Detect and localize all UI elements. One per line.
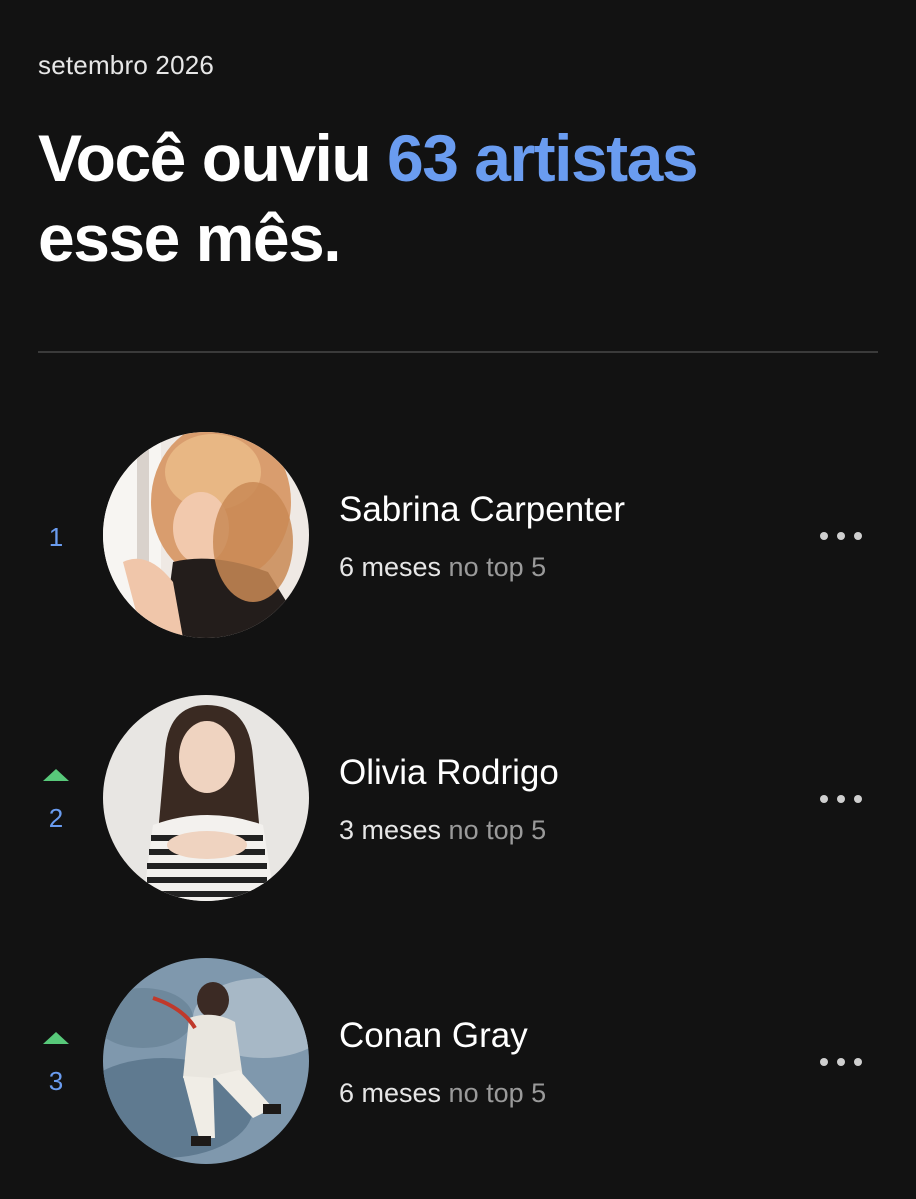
more-horizontal-icon[interactable] [818,789,864,809]
artist-avatar[interactable] [103,958,309,1164]
rank-number: 1 [48,522,64,552]
artist-avatar[interactable] [103,432,309,638]
artist-stat: 6 meses no top 5 [339,552,546,583]
artist-name[interactable]: Conan Gray [339,1016,528,1056]
artist-stat: 6 meses no top 5 [339,1078,546,1109]
artist-name[interactable]: Sabrina Carpenter [339,490,625,530]
artist-row[interactable]: 3 Conan Gray 6 meses no top 5 [0,958,916,1168]
stat-suffix: no top 5 [441,1078,547,1108]
trend-up-icon [43,769,69,781]
artist-row[interactable]: 2 Olivia Rodrigo 3 meses no top 5 [0,695,916,905]
more-horizontal-icon[interactable] [818,526,864,546]
more-horizontal-icon[interactable] [818,1052,864,1072]
months-in-top: 3 meses [339,815,442,845]
headline-prefix: Você ouviu [38,121,388,195]
artist-stat: 3 meses no top 5 [339,815,546,846]
month-label: setembro 2026 [38,50,215,80]
rank-number: 2 [48,803,64,833]
artist-avatar[interactable] [103,695,309,901]
artist-name[interactable]: Olivia Rodrigo [339,753,559,793]
stat-suffix: no top 5 [441,552,547,582]
headline-suffix: esse mês. [38,201,342,275]
stat-suffix: no top 5 [441,815,547,845]
months-in-top: 6 meses [339,1078,442,1108]
trend-up-icon [43,1032,69,1044]
divider [38,351,878,353]
months-in-top: 6 meses [339,552,442,582]
page-title: Você ouviu 63 artistas esse mês. [38,118,898,278]
headline-artist-count: 63 artistas [387,121,699,195]
rank-number: 3 [48,1066,64,1096]
artist-row[interactable]: 1 Sabrina Carpenter 6 meses no top 5 [0,432,916,642]
